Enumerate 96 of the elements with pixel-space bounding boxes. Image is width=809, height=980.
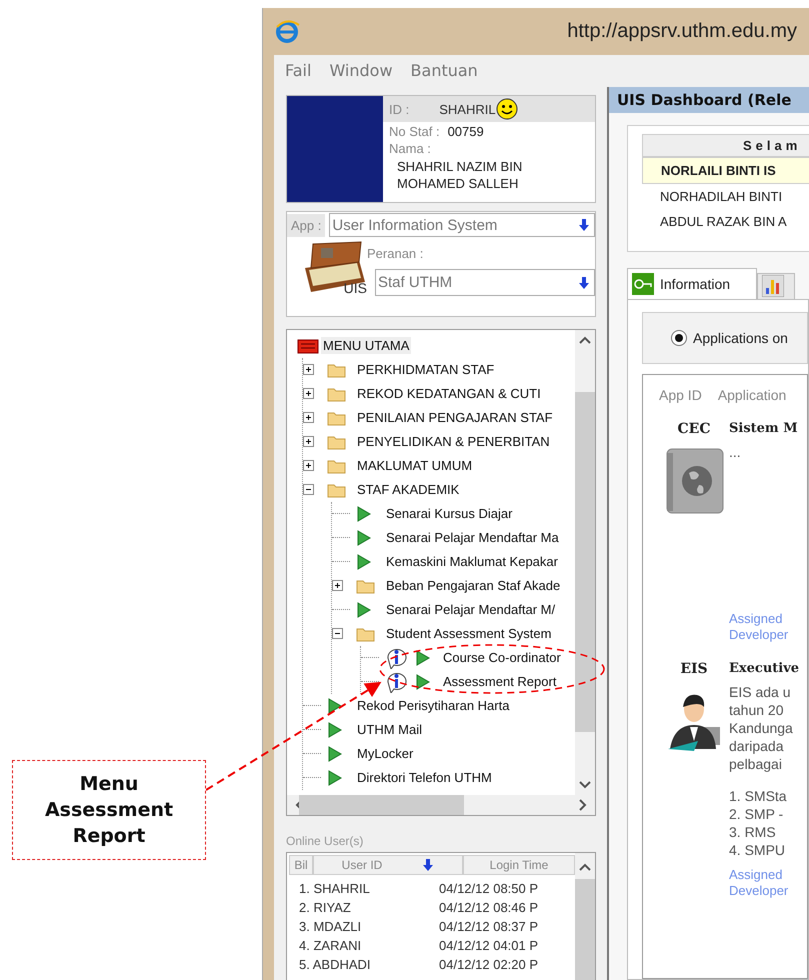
menu-folder[interactable]: Beban Pengajaran Staf Akade bbox=[384, 577, 562, 594]
staff-no-label: No Staf : bbox=[389, 124, 440, 139]
app-name: Executive bbox=[729, 661, 800, 677]
menu-folder[interactable]: PENILAIAN PENGAJARAN STAF bbox=[355, 409, 555, 426]
tab[interactable]: Information bbox=[627, 268, 758, 299]
menu-root-label: MENU UTAMA bbox=[321, 337, 412, 354]
play-icon bbox=[327, 770, 343, 786]
menu-item[interactable]: Senarai Kursus Diajar bbox=[384, 505, 514, 522]
description-line: pelbagai bbox=[729, 755, 783, 773]
staff-no: 00759 bbox=[448, 124, 484, 139]
bar-chart-icon bbox=[762, 275, 784, 297]
list-line: 3. RMS bbox=[729, 823, 777, 841]
tab[interactable] bbox=[757, 273, 796, 299]
play-icon bbox=[356, 530, 372, 546]
radio-button[interactable] bbox=[671, 330, 687, 346]
info-icon bbox=[385, 670, 407, 693]
key-icon bbox=[632, 272, 654, 294]
radio-label: Applications on bbox=[693, 330, 788, 346]
down-arrow-icon bbox=[578, 219, 590, 231]
staff-row[interactable]: NORLAILI BINTI IS bbox=[642, 157, 809, 184]
callout-text: Menu Assessment Report bbox=[44, 772, 174, 849]
staff-row[interactable]: ABDUL RAZAK BIN A bbox=[642, 209, 809, 234]
column-header: App ID bbox=[659, 387, 702, 403]
play-icon bbox=[415, 674, 431, 690]
scrollbar-thumb[interactable] bbox=[575, 878, 595, 980]
description-line: Kandunga bbox=[729, 719, 794, 737]
menu-item[interactable]: Window bbox=[329, 60, 393, 80]
description-line: EIS ada u bbox=[729, 683, 792, 701]
description-line: ... bbox=[729, 443, 742, 461]
info-icon bbox=[385, 646, 407, 669]
menu-folder[interactable]: STAF AKADEMIK bbox=[355, 481, 462, 498]
app-dropdown[interactable]: User Information System bbox=[329, 213, 595, 237]
menu-folder[interactable]: MAKLUMAT UMUM bbox=[355, 457, 474, 474]
user-cell-text: 5. ABDHADI bbox=[299, 956, 372, 974]
menu-item[interactable]: Bantuan bbox=[410, 60, 478, 80]
user-id: SHAHRIL bbox=[439, 102, 496, 116]
browser-logo-icon bbox=[275, 18, 301, 44]
name-label: Nama : bbox=[389, 141, 431, 156]
menu-item[interactable]: Assessment Report bbox=[441, 673, 558, 690]
column-header: Application bbox=[718, 387, 786, 403]
menu-item[interactable]: Course Co-ordinator bbox=[441, 649, 563, 666]
down-arrow-icon bbox=[578, 276, 590, 288]
dashboard-title: UIS Dashboard (Rele bbox=[609, 87, 809, 113]
menu-item[interactable]: Fail bbox=[285, 60, 312, 80]
menu-item[interactable]: Rekod Perisytiharan Harta bbox=[355, 697, 512, 714]
window-title: http://appsrv.uthm.edu.my bbox=[567, 20, 797, 43]
description-line: daripada bbox=[729, 737, 784, 755]
login-time-cell-text: 04/12/12 02:20 P bbox=[439, 956, 540, 974]
role-label: Peranan : bbox=[367, 246, 424, 261]
list-line: 2. SMP - bbox=[729, 805, 784, 823]
menu-item[interactable]: Senarai Pelajar Mendaftar Ma bbox=[384, 529, 561, 546]
app-id: CEC bbox=[676, 421, 712, 437]
menu-folder[interactable]: Student Assessment System bbox=[384, 625, 554, 642]
login-time-cell-text: 04/12/12 08:46 P bbox=[439, 898, 540, 917]
user-cell-text: 4. ZARANI bbox=[299, 936, 362, 955]
play-icon bbox=[327, 746, 343, 762]
menu-item[interactable]: Senarai Pelajar Mendaftar M/ bbox=[384, 601, 558, 618]
staff-name: SHAHRIL NAZIM BIN MOHAMED SALLEH bbox=[396, 158, 524, 193]
role-dropdown[interactable]: Staf UTHM bbox=[375, 269, 595, 296]
app-name: Sistem M bbox=[729, 421, 799, 437]
smiley-icon bbox=[496, 98, 518, 120]
user-cell-text: 3. MDAZLI bbox=[299, 918, 362, 936]
list-line: 1. SMSta bbox=[729, 787, 788, 805]
menu-item[interactable]: UTHM Mail bbox=[355, 721, 424, 738]
user-cell-text: 2. RIYAZ bbox=[299, 898, 352, 917]
menu-item[interactable]: MyLocker bbox=[355, 745, 416, 762]
id-label: ID : bbox=[389, 102, 410, 116]
scrollbar-thumb[interactable] bbox=[298, 794, 464, 815]
menu-folder[interactable]: PERKHIDMATAN STAF bbox=[355, 361, 496, 378]
description-line: tahun 20 bbox=[729, 701, 784, 719]
play-icon bbox=[327, 698, 343, 714]
logo-caption: UIS bbox=[344, 280, 367, 296]
login-time-cell-text: 04/12/12 08:50 P bbox=[439, 880, 540, 898]
scroll-right-icon bbox=[577, 796, 589, 813]
staff-row[interactable]: NORHADILAH BINTI bbox=[642, 184, 809, 209]
scrollbar-thumb[interactable] bbox=[575, 392, 595, 732]
online-users-label: Online User(s) bbox=[286, 834, 364, 848]
play-icon bbox=[415, 650, 431, 666]
app-label: App : bbox=[287, 214, 326, 236]
user-cell-text: 1. SHAHRIL bbox=[299, 880, 371, 898]
menu-item[interactable]: Kemaskini Maklumat Kepakar bbox=[384, 553, 560, 570]
list-line: 4. SMPU bbox=[729, 841, 786, 859]
play-icon bbox=[356, 554, 372, 570]
app-id: EIS bbox=[679, 661, 709, 677]
table-header: Selam bbox=[642, 134, 809, 157]
scroll-down-icon bbox=[577, 778, 593, 791]
menu-folder[interactable]: PENYELIDIKAN & PENERBITAN bbox=[355, 433, 552, 450]
play-icon bbox=[356, 506, 372, 522]
login-time-cell-text: 04/12/12 08:37 P bbox=[439, 918, 540, 936]
menu-folder[interactable]: REKOD KEDATANGAN & CUTI bbox=[355, 385, 543, 402]
login-time-cell-text: 04/12/12 04:01 P bbox=[439, 936, 540, 955]
menu-item[interactable]: Direktori Telefon UTHM bbox=[355, 769, 494, 786]
play-icon bbox=[327, 722, 343, 738]
sort-arrow-icon bbox=[422, 858, 434, 871]
menu-root-icon bbox=[297, 336, 319, 355]
play-icon bbox=[356, 602, 372, 618]
